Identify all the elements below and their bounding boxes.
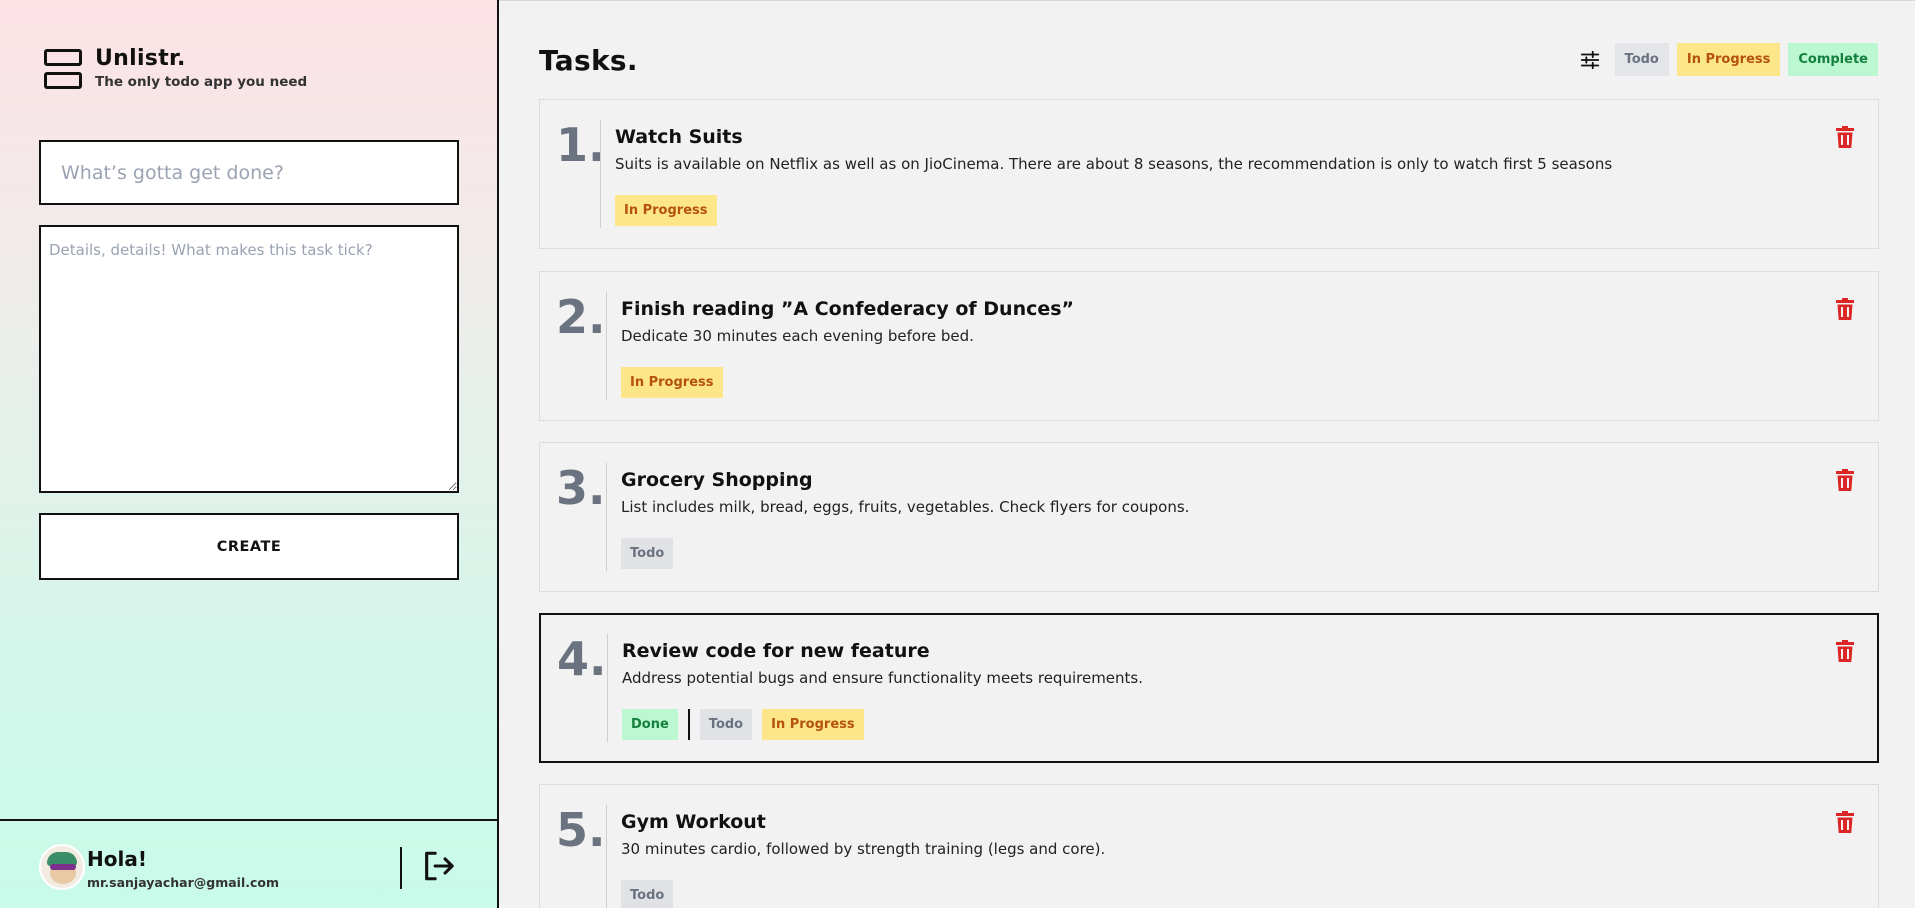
task-title: Watch Suits	[615, 126, 743, 148]
user-bar-divider	[400, 847, 402, 889]
avatar[interactable]	[39, 844, 85, 890]
task-number: 3.	[556, 461, 606, 515]
task-separator	[606, 805, 607, 908]
sidebar: Unlistr. The only todo app you need CREA…	[0, 0, 499, 908]
status-badge[interactable]: In Progress	[621, 367, 723, 398]
task-description: 30 minutes cardio, followed by strength …	[621, 840, 1106, 858]
task-description: List includes milk, bread, eggs, fruits,…	[621, 498, 1190, 516]
status-badge[interactable]: Done	[622, 709, 678, 740]
task-description: Address potential bugs and ensure functi…	[622, 669, 1144, 687]
trash-icon[interactable]	[1836, 298, 1854, 320]
sliders-icon[interactable]	[1579, 49, 1601, 71]
status-badge[interactable]: Todo	[621, 880, 674, 908]
task-status-group: Todo	[621, 538, 674, 569]
status-option-in-progress[interactable]: In Progress	[762, 709, 864, 740]
user-greeting: Hola!	[87, 847, 147, 871]
app-subtitle: The only todo app you need	[95, 74, 308, 90]
status-badge[interactable]: In Progress	[615, 195, 717, 226]
user-email: mr.sanjayachar@gmail.com	[87, 875, 280, 890]
task-separator	[607, 634, 608, 742]
task-number: 2.	[556, 290, 606, 344]
filter-complete[interactable]: Complete	[1788, 43, 1878, 76]
task-number: 5.	[556, 803, 606, 857]
task-separator	[606, 463, 607, 571]
status-filters: Todo In Progress Complete	[1579, 43, 1878, 76]
filter-in-progress[interactable]: In Progress	[1676, 43, 1781, 76]
task-separator	[600, 120, 601, 228]
user-bar: Hola! mr.sanjayachar@gmail.com	[0, 819, 497, 908]
brand: Unlistr. The only todo app you need	[44, 46, 307, 90]
task-title-input[interactable]	[39, 140, 459, 205]
task-number: 1.	[556, 118, 606, 172]
app-title: Unlistr.	[95, 46, 186, 71]
task-card-selected[interactable]: 4. Review code for new feature Address p…	[539, 613, 1879, 763]
task-description: Suits is available on Netflix as well as…	[615, 155, 1613, 173]
task-title: Gym Workout	[621, 811, 766, 833]
status-badge[interactable]: Todo	[621, 538, 674, 569]
task-description: Dedicate 30 minutes each evening before …	[621, 327, 974, 345]
task-status-group: In Progress	[621, 367, 723, 398]
status-option-todo[interactable]: Todo	[699, 709, 753, 740]
task-number: 4.	[557, 632, 607, 686]
main-panel: Tasks. Todo In Progress Complete 1. Watc…	[499, 0, 1915, 908]
task-separator	[606, 292, 607, 400]
filter-todo[interactable]: Todo	[1614, 43, 1669, 76]
task-title: Finish reading ”A Confederacy of Dunces”	[621, 298, 1075, 320]
page-title: Tasks.	[539, 44, 638, 77]
task-title: Review code for new feature	[622, 640, 930, 662]
trash-icon[interactable]	[1836, 811, 1854, 833]
trash-icon[interactable]	[1836, 126, 1854, 148]
task-status-group: Todo	[621, 880, 674, 908]
app-logo-icon	[44, 49, 82, 89]
create-button[interactable]: CREATE	[39, 513, 459, 580]
logout-icon[interactable]	[421, 849, 455, 883]
task-card[interactable]: 5. Gym Workout 30 minutes cardio, follow…	[539, 784, 1879, 908]
task-card[interactable]: 1. Watch Suits Suits is available on Net…	[539, 99, 1879, 249]
trash-icon[interactable]	[1836, 640, 1854, 662]
task-details-textarea[interactable]	[39, 225, 459, 493]
status-divider	[687, 709, 690, 740]
task-status-group: In Progress	[615, 195, 717, 226]
task-card[interactable]: 2. Finish reading ”A Confederacy of Dunc…	[539, 271, 1879, 421]
task-title: Grocery Shopping	[621, 469, 813, 491]
task-card[interactable]: 3. Grocery Shopping List includes milk, …	[539, 442, 1879, 592]
trash-icon[interactable]	[1836, 469, 1854, 491]
task-status-group: Done Todo In Progress	[622, 709, 864, 740]
